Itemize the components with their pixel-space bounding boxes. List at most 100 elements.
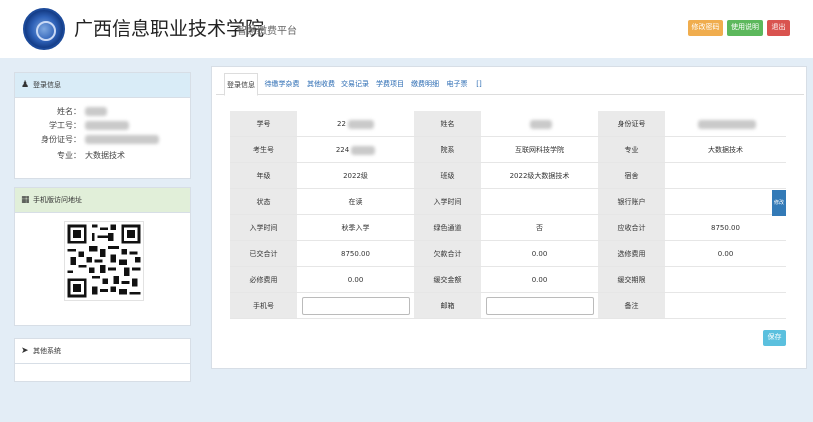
tab-e-invoice[interactable]: 电子票	[445, 73, 469, 95]
change-password-button[interactable]: 修改密码	[688, 20, 723, 36]
info-row-name: 姓名：	[15, 105, 191, 119]
login-info-title: 登录信息	[33, 81, 61, 89]
field-label: 选修费用	[598, 241, 665, 267]
info-row-major: 专业： 大数据技术	[15, 149, 191, 163]
field-value-text: 0.00	[531, 250, 548, 258]
field-label: 银行账户	[598, 189, 665, 215]
field-value	[665, 163, 786, 189]
tab-transactions[interactable]: 交易记录	[340, 73, 370, 95]
logout-button[interactable]: 退出	[767, 20, 790, 36]
field-value-text: 秋季入学	[341, 224, 370, 232]
send-icon: ➤	[21, 346, 29, 356]
redacted-value	[347, 119, 374, 129]
save-button[interactable]: 保存	[763, 330, 786, 346]
platform-name: 智慧缴费平台	[237, 26, 297, 37]
field-label-text: 已交合计	[249, 250, 278, 258]
field-label-text: 缓交金额	[433, 276, 462, 284]
info-label: 专业：	[57, 151, 81, 160]
field-label-text: 年级	[256, 172, 271, 180]
field-value: 2022级大数据技术	[481, 163, 598, 189]
field-label-text: 入学时间	[433, 198, 462, 206]
redacted-value	[529, 119, 552, 129]
field-value-text: 0.00	[347, 276, 364, 284]
field-value: 否	[481, 215, 598, 241]
tab-pending-fees[interactable]: 待缴学杂费	[263, 73, 301, 95]
field-label-text: 状态	[256, 198, 271, 206]
school-name: 广西信息职业技术学院	[74, 18, 265, 40]
redacted-value	[697, 119, 756, 129]
field-value: 秋季入学	[297, 215, 414, 241]
info-value	[85, 133, 159, 147]
field-value: 在读	[297, 189, 414, 215]
field-label: 手机号	[230, 293, 297, 319]
field-value-text: 224	[335, 146, 350, 154]
field-label: 学号	[230, 111, 297, 137]
field-value: 22	[297, 111, 414, 137]
field-value: 0.00	[481, 267, 598, 293]
field-label-text: 银行账户	[617, 198, 646, 206]
field-label-text: 身份证号	[617, 120, 646, 128]
field-value-text: 在读	[348, 198, 363, 206]
field-label: 院系	[414, 137, 481, 163]
field-label: 身份证号	[598, 111, 665, 137]
field-label-text: 专业	[624, 146, 639, 154]
phone-input[interactable]	[302, 297, 410, 315]
field-value	[665, 267, 786, 293]
field-label: 缓交金额	[414, 267, 481, 293]
field-label-text: 缓交期限	[617, 276, 646, 284]
tab-other-fees[interactable]: 其他收费	[306, 73, 336, 95]
edit-bank-account-button[interactable]: 修改	[772, 190, 786, 216]
field-label-text: 应收合计	[617, 224, 646, 232]
field-label-text: 必修费用	[249, 276, 278, 284]
info-value: 大数据技术	[85, 151, 125, 160]
field-label: 邮箱	[414, 293, 481, 319]
other-systems-panel: ➤ 其他系统	[14, 338, 191, 382]
field-value-text: 2022级	[343, 172, 368, 180]
field-value: 0.00	[665, 241, 786, 267]
tab-payment-details[interactable]: 缴费明细	[410, 73, 440, 95]
field-label-text: 入学时间	[249, 224, 278, 232]
field-value-text: 8750.00	[341, 250, 370, 258]
help-button[interactable]: 使用说明	[727, 20, 763, 36]
field-label: 已交合计	[230, 241, 297, 267]
redacted-value	[351, 145, 376, 155]
info-row-idcard: 身份证号：	[15, 133, 191, 147]
info-value	[85, 119, 129, 133]
field-label: 缓交期限	[598, 267, 665, 293]
field-label-text: 欠款合计	[433, 250, 462, 258]
field-label: 入学时间	[230, 215, 297, 241]
tab-bracket[interactable]: []	[473, 73, 485, 95]
field-value	[481, 189, 598, 215]
qr-code-icon	[64, 221, 144, 301]
field-label: 宿舍	[598, 163, 665, 189]
email-input[interactable]	[486, 297, 594, 315]
field-value	[665, 293, 786, 319]
field-label-text: 备注	[624, 302, 639, 310]
field-label: 班级	[414, 163, 481, 189]
field-value: 0.00	[481, 241, 598, 267]
field-value-text: 22	[337, 120, 346, 128]
field-value-text: 8750.00	[711, 224, 740, 232]
field-label-text: 院系	[440, 146, 455, 154]
tab-tuition-items[interactable]: 学费项目	[375, 73, 405, 95]
info-label: 身份证号：	[41, 135, 81, 144]
field-label: 专业	[598, 137, 665, 163]
field-value	[665, 111, 786, 137]
mobile-access-panel: ▦ 手机版访问地址	[14, 187, 191, 326]
tab-bar: 登录信息 待缴学杂费 其他收费 交易记录 学费项目 缴费明细 电子票 []	[216, 73, 804, 96]
field-value	[297, 293, 414, 319]
field-label-text: 宿舍	[624, 172, 639, 180]
field-label: 年级	[230, 163, 297, 189]
field-value-text: 大数据技术	[708, 146, 743, 154]
field-label-text: 班级	[440, 172, 455, 180]
field-label: 必修费用	[230, 267, 297, 293]
field-value: 8750.00	[665, 215, 786, 241]
field-label: 应收合计	[598, 215, 665, 241]
login-info-header: ♟ 登录信息	[15, 73, 190, 98]
other-systems-header[interactable]: ➤ 其他系统	[15, 339, 190, 364]
school-logo-icon	[23, 8, 65, 50]
tab-login-info[interactable]: 登录信息	[224, 73, 258, 96]
field-label-text: 学号	[256, 120, 271, 128]
field-value-text: 0.00	[531, 276, 548, 284]
field-label-text: 姓名	[440, 120, 455, 128]
